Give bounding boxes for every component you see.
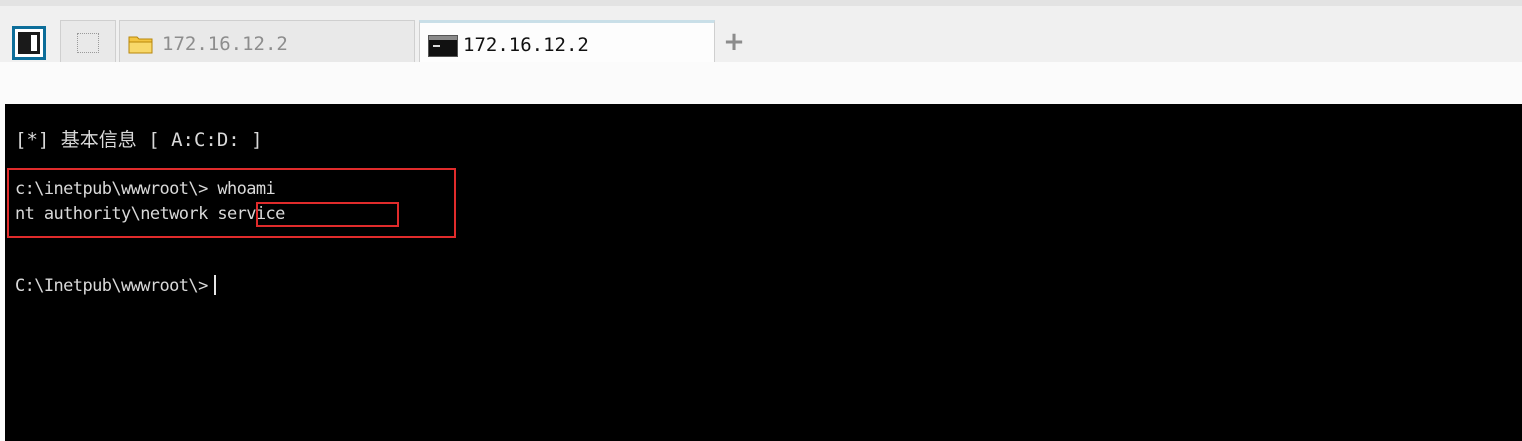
add-tab-button[interactable]: + [722, 29, 746, 55]
tab-label: 172.16.12.2 [162, 33, 288, 55]
terminal-prompt-text: C:\Inetpub\wwwroot\> [15, 276, 208, 296]
terminal-info-line: [*] 基本信息 [ A:C:D: ] [15, 129, 263, 151]
terminal-icon [428, 35, 458, 57]
sidebar-toggle-icon [18, 32, 40, 54]
folder-icon [128, 36, 153, 54]
tab-file-manager[interactable]: 172.16.12.2 [119, 20, 415, 66]
tab-label: 172.16.12.2 [463, 34, 589, 56]
highlight-box-service [256, 202, 399, 227]
tab-blank[interactable] [60, 20, 116, 66]
tab-bar: 172.16.12.2 172.16.12.2 + [0, 0, 1522, 67]
app-window: 172.16.12.2 172.16.12.2 + [*] 基本信息 [ A:C… [0, 0, 1522, 441]
terminal-cursor [213, 275, 216, 295]
terminal-pane[interactable]: [*] 基本信息 [ A:C:D: ] c:\inetpub\wwwroot\>… [5, 104, 1522, 441]
panel-toggle-button[interactable] [12, 26, 46, 60]
tab-terminal[interactable]: 172.16.12.2 [419, 20, 715, 67]
blank-page-icon [77, 33, 99, 53]
toolbar-strip [0, 62, 1522, 104]
terminal-prompt[interactable]: C:\Inetpub\wwwroot\> [15, 275, 216, 296]
